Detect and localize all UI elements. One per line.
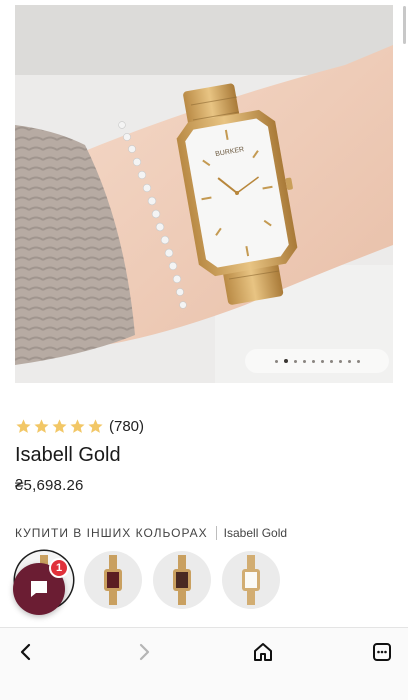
chevron-right-icon	[139, 643, 150, 661]
current-color-name: Isabell Gold	[223, 526, 288, 540]
tabs-icon	[373, 643, 391, 661]
browser-navigation-bar	[0, 627, 408, 700]
home-icon	[254, 643, 272, 661]
gallery-dot[interactable]	[283, 359, 288, 363]
gallery-dot[interactable]	[302, 359, 306, 363]
watch-thumbnail	[104, 555, 122, 605]
star-icon	[34, 418, 49, 433]
rating-count: (780)	[109, 417, 145, 435]
gallery-dot[interactable]	[274, 359, 278, 363]
product-image[interactable]: BURKER	[15, 5, 393, 383]
gallery-pagination[interactable]	[245, 349, 389, 373]
watch-on-wrist-photo: BURKER	[15, 5, 393, 383]
color-swatch-gold-burgundy[interactable]	[84, 551, 142, 609]
chevron-left-icon	[20, 643, 31, 661]
back-button[interactable]	[10, 636, 42, 668]
star-icon	[88, 418, 103, 433]
gallery-dot[interactable]	[320, 359, 324, 363]
gallery-dot[interactable]	[311, 359, 315, 363]
gallery-dot[interactable]	[356, 359, 360, 363]
chat-icon	[31, 581, 47, 597]
gallery-dot[interactable]	[347, 359, 351, 363]
star-icon	[70, 418, 85, 433]
product-rating[interactable]: (780)	[15, 416, 144, 436]
product-price: ₴5,698.26	[15, 477, 84, 494]
watch-thumbnail	[173, 555, 191, 605]
tabs-button[interactable]	[366, 636, 398, 668]
color-swatch-gold-brown[interactable]	[153, 551, 211, 609]
star-icon	[52, 418, 67, 433]
divider	[215, 526, 217, 540]
product-title: Isabell Gold	[15, 444, 121, 466]
rating-stars	[15, 418, 105, 435]
star-icon	[16, 418, 31, 433]
chat-unread-badge: 1	[49, 558, 69, 578]
color-swatch-gold-pearl[interactable]	[222, 551, 280, 609]
forward-button[interactable]	[128, 636, 160, 668]
scrollbar[interactable]	[403, 6, 406, 44]
watch-thumbnail	[242, 555, 260, 605]
gallery-dot[interactable]	[338, 359, 342, 363]
other-colors-title: КУПИТИ В ІНШИХ КОЛЬОРАХ	[15, 526, 208, 540]
gallery-dot[interactable]	[293, 359, 297, 363]
other-colors-header: КУПИТИ В ІНШИХ КОЛЬОРАХ Isabell Gold	[15, 526, 287, 540]
gallery-dot[interactable]	[329, 359, 333, 363]
home-button[interactable]	[247, 636, 279, 668]
